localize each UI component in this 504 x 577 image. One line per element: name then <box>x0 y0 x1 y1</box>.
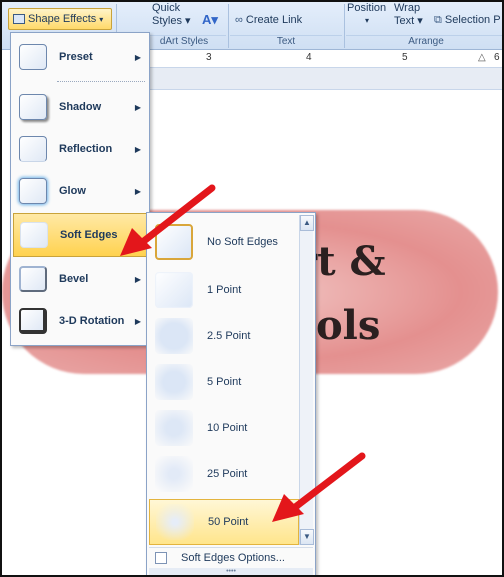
ribbon-separator <box>344 4 345 48</box>
menu-item-label: Soft Edges <box>60 229 118 241</box>
menu-item-bevel[interactable]: Bevel ▶ <box>13 259 147 299</box>
wrap-text-label: Text ▾ <box>394 15 423 27</box>
submenu-arrow-icon: ▶ <box>134 274 141 284</box>
shape-effects-menu: Preset ▶ Shadow ▶ Reflection ▶ Glow ▶ So… <box>10 32 150 346</box>
wordart-group-label: dArt Styles <box>142 35 226 49</box>
reflection-icon <box>19 136 47 162</box>
glow-icon <box>19 178 47 204</box>
soft-edge-preview-icon <box>156 504 194 540</box>
indent-marker-icon[interactable]: △ <box>478 52 486 63</box>
submenu-arrow-icon: ▶ <box>134 186 141 196</box>
ruler-number: 3 <box>206 52 212 63</box>
ribbon-separator <box>228 4 229 48</box>
option-label: 10 Point <box>207 422 248 434</box>
ruler-number: 6 <box>494 52 500 63</box>
option-label: 25 Point <box>207 468 248 480</box>
submenu-scrollbar[interactable]: ▲ ▼ <box>299 215 314 545</box>
screenshot-frame: Shape Effects ▾ Quick Styles ▾ A▾ dArt S… <box>0 0 504 577</box>
shadow-icon <box>19 94 47 120</box>
menu-item-glow[interactable]: Glow ▶ <box>13 171 147 211</box>
soft-edges-option[interactable]: 2.5 Point <box>149 313 299 359</box>
options-checkbox-icon <box>155 551 167 564</box>
menu-item-label: Reflection <box>59 143 113 155</box>
ruler-margin-area <box>150 68 502 90</box>
wrap-text-button[interactable]: Wrap <box>394 2 420 14</box>
scroll-down-icon[interactable]: ▼ <box>300 529 314 545</box>
soft-edge-preview-icon <box>155 410 193 446</box>
horizontal-ruler: 3 4 5 6 △ <box>150 50 502 68</box>
option-label: 5 Point <box>207 376 242 388</box>
shape-effects-icon <box>13 14 25 24</box>
create-link-button[interactable]: ∞ Create Link <box>235 14 302 26</box>
text-group-label: Text <box>230 35 342 49</box>
ruler-number: 5 <box>402 52 408 63</box>
preset-icon <box>19 44 47 70</box>
menu-item-label: Glow <box>59 185 86 197</box>
submenu-arrow-icon: ▶ <box>134 102 141 112</box>
scroll-up-icon[interactable]: ▲ <box>300 215 314 231</box>
menu-item-label: Bevel <box>59 273 89 285</box>
soft-edges-option[interactable]: No Soft Edges <box>149 219 299 265</box>
option-label: 50 Point <box>208 516 249 528</box>
bevel-icon <box>19 266 47 292</box>
chevron-down-icon: ▾ <box>99 14 104 24</box>
options-label: Soft Edges Options... <box>181 551 285 564</box>
no-soft-edges-icon <box>155 224 193 260</box>
menu-item-preset[interactable]: Preset ▶ <box>13 37 147 77</box>
quick-styles-button[interactable]: Styles ▾ <box>152 14 191 27</box>
option-label: 2.5 Point <box>207 330 251 342</box>
arrange-group-label: Arrange <box>346 35 502 49</box>
soft-edges-option[interactable]: 25 Point <box>149 451 299 497</box>
option-label: 1 Point <box>207 284 242 296</box>
soft-edges-option[interactable]: 10 Point <box>149 405 299 451</box>
shape-effects-button[interactable]: Shape Effects ▾ <box>8 8 112 30</box>
menu-item-reflection[interactable]: Reflection ▶ <box>13 129 147 169</box>
menu-item-soft-edges[interactable]: Soft Edges ▶ <box>13 213 147 257</box>
submenu-arrow-icon: ▶ <box>133 230 140 240</box>
shape-effects-label: Shape Effects <box>28 13 97 25</box>
menu-item-label: Preset <box>59 51 93 63</box>
submenu-arrow-icon: ▶ <box>134 144 141 154</box>
menu-item-shadow[interactable]: Shadow ▶ <box>13 87 147 127</box>
position-chevron-icon: ▾ <box>365 16 370 25</box>
menu-item-label: 3-D Rotation <box>59 315 125 327</box>
submenu-arrow-icon: ▶ <box>134 52 141 62</box>
quick-styles-top: Quick <box>152 2 181 14</box>
soft-edge-preview-icon <box>155 456 193 492</box>
soft-edges-option[interactable]: 1 Point <box>149 267 299 313</box>
ruler-number: 4 <box>306 52 312 63</box>
option-label: No Soft Edges <box>207 236 278 248</box>
selection-icon: ⧉ <box>434 14 442 26</box>
shape-text-line2: ols <box>316 302 381 349</box>
menu-item-label: Shadow <box>59 101 102 113</box>
resize-grip-icon[interactable]: •••• <box>149 568 313 575</box>
menu-item-3d-rotation[interactable]: 3-D Rotation ▶ <box>13 301 147 341</box>
selection-pane-button[interactable]: ⧉ Selection P <box>434 14 501 27</box>
menu-separator <box>57 81 145 82</box>
soft-edges-submenu: No Soft Edges 1 Point 2.5 Point 5 Point … <box>146 212 316 575</box>
soft-edge-preview-icon <box>155 318 193 354</box>
soft-edges-option-hovered[interactable]: 50 Point <box>149 499 299 545</box>
soft-edges-option[interactable]: 5 Point <box>149 359 299 405</box>
soft-edge-preview-icon <box>155 364 193 400</box>
soft-edges-icon <box>20 222 48 248</box>
create-link-label: Create Link <box>245 14 303 26</box>
text-fill-icon[interactable]: A▾ <box>202 12 218 28</box>
3d-rotation-icon <box>19 308 47 334</box>
link-icon: ∞ <box>235 14 246 26</box>
selection-label: Selection P <box>444 14 501 26</box>
submenu-arrow-icon: ▶ <box>134 316 141 326</box>
position-button[interactable]: Position <box>347 2 386 14</box>
soft-edges-options-item[interactable]: Soft Edges Options... <box>149 547 313 567</box>
soft-edge-preview-icon <box>155 272 193 308</box>
